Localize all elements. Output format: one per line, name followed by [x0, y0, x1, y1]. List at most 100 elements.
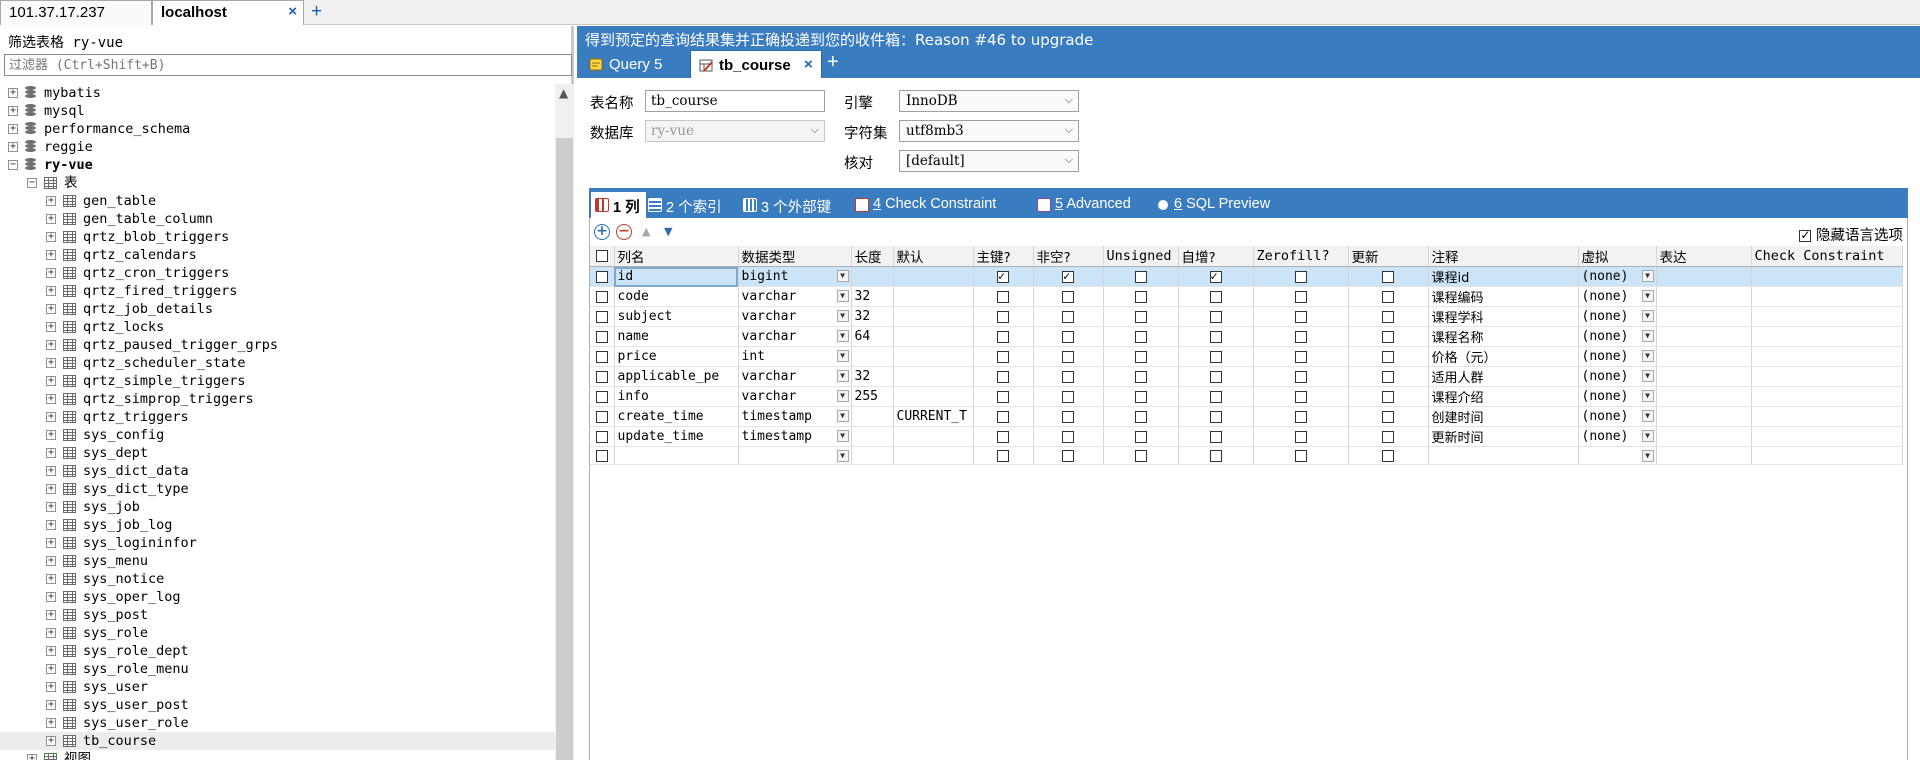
zf-cell[interactable] [1253, 266, 1349, 287]
comment-cell[interactable]: 课程名称 [1428, 326, 1579, 347]
row-select-cell[interactable] [590, 366, 615, 387]
column-name-cell[interactable]: create_time [614, 406, 739, 427]
unsigned-cell[interactable] [1103, 266, 1179, 287]
nn-cell[interactable] [1033, 266, 1104, 287]
chevron-down-icon[interactable]: ▼ [1641, 410, 1654, 422]
nn-checkbox[interactable] [1062, 410, 1074, 423]
nn-checkbox[interactable] [1062, 390, 1074, 403]
virtual-cell[interactable]: (none) ▼ [1578, 266, 1657, 287]
tree-table-sys_role[interactable]: + sys_role [0, 624, 555, 642]
length-cell[interactable]: 255 [851, 386, 894, 407]
unsigned-cell[interactable] [1103, 326, 1179, 347]
column-header[interactable]: 列名 [614, 246, 739, 267]
expand-toggle-icon[interactable]: + [46, 394, 56, 404]
table-row[interactable]: id bigint ▼ 课程id (none) ▼ [590, 266, 1903, 287]
column-name-cell[interactable]: price [614, 346, 739, 367]
expand-toggle-icon[interactable]: + [8, 106, 18, 116]
check-constraint-cell[interactable] [1751, 286, 1903, 307]
chevron-down-icon[interactable]: ▼ [836, 450, 849, 462]
tree-table-qrtz_blob_triggers[interactable]: + qrtz_blob_triggers [0, 228, 555, 246]
tree-table-qrtz_fired_triggers[interactable]: + qrtz_fired_triggers [0, 282, 555, 300]
table-row[interactable]: info varchar ▼ 255 课程介绍 (none) ▼ [590, 386, 1903, 407]
virtual-cell[interactable]: ▼ [1578, 446, 1657, 465]
tree-table-sys_dict_type[interactable]: + sys_dict_type [0, 480, 555, 498]
unsigned-cell[interactable] [1103, 306, 1179, 327]
zf-checkbox[interactable] [1294, 290, 1307, 303]
nn-checkbox[interactable] [1062, 330, 1074, 343]
add-connection-button[interactable]: + [311, 1, 322, 23]
row-select-cell[interactable] [590, 426, 615, 447]
tree-db-reggie[interactable]: + reggie [0, 138, 555, 156]
column-name-cell[interactable] [614, 446, 739, 465]
table-row[interactable]: name varchar ▼ 64 课程名称 (none) ▼ [590, 326, 1903, 347]
chevron-down-icon[interactable]: ▼ [836, 330, 849, 342]
unsigned-cell[interactable] [1103, 426, 1179, 447]
length-cell[interactable]: 32 [851, 286, 894, 307]
column-name-cell[interactable]: subject [614, 306, 739, 327]
length-cell[interactable]: 32 [851, 366, 894, 387]
tree-table-sys_post[interactable]: + sys_post [0, 606, 555, 624]
ai-cell[interactable] [1178, 266, 1254, 287]
expand-toggle-icon[interactable]: + [46, 628, 56, 638]
tab-foreign-keys[interactable]: 3 个外部键 [739, 192, 837, 218]
column-name-cell[interactable]: code [614, 286, 739, 307]
comment-cell[interactable] [1428, 446, 1579, 465]
nn-cell[interactable] [1033, 366, 1104, 387]
expression-cell[interactable] [1656, 386, 1752, 407]
chevron-down-icon[interactable]: ▼ [836, 290, 849, 302]
upd-checkbox[interactable] [1382, 370, 1394, 383]
table-row[interactable]: code varchar ▼ 32 课程编码 (none) ▼ [590, 286, 1903, 307]
unsigned-cell[interactable] [1103, 366, 1179, 387]
unsigned-checkbox[interactable] [1134, 270, 1147, 283]
expand-toggle-icon[interactable]: + [46, 376, 56, 386]
expand-toggle-icon[interactable]: + [46, 430, 56, 440]
unsigned-checkbox[interactable] [1134, 390, 1147, 403]
default-cell[interactable] [893, 286, 974, 307]
upd-cell[interactable] [1348, 286, 1429, 307]
tree-table-sys_user_role[interactable]: + sys_user_role [0, 714, 555, 732]
chevron-down-icon[interactable]: ▼ [836, 390, 849, 402]
tree-table-qrtz_job_details[interactable]: + qrtz_job_details [0, 300, 555, 318]
upd-checkbox[interactable] [1382, 410, 1394, 423]
pk-cell[interactable] [973, 406, 1034, 427]
table-row[interactable]: applicable_pe varchar ▼ 32 适用人群 (none) ▼ [590, 366, 1903, 387]
unsigned-checkbox[interactable] [1134, 350, 1147, 363]
tree-table-sys_user_post[interactable]: + sys_user_post [0, 696, 555, 714]
nn-cell[interactable] [1033, 306, 1104, 327]
row-select-checkbox[interactable] [595, 290, 608, 303]
table-row[interactable]: create_time timestamp ▼ CURRENT_T 创建时间 (none)… [590, 406, 1903, 427]
default-cell[interactable] [893, 346, 974, 367]
zf-checkbox[interactable] [1294, 270, 1307, 283]
column-header[interactable]: 默认 [893, 246, 974, 267]
table-row[interactable]: update_time timestamp ▼ 更新时间 (none) ▼ [590, 426, 1903, 447]
check-constraint-cell[interactable] [1751, 306, 1903, 327]
unsigned-checkbox[interactable] [1134, 430, 1147, 443]
pk-checkbox[interactable] [997, 370, 1009, 383]
expression-cell[interactable] [1656, 426, 1752, 447]
tree-table-sys_dept[interactable]: + sys_dept [0, 444, 555, 462]
nn-checkbox[interactable] [1062, 449, 1074, 462]
zf-checkbox[interactable] [1294, 350, 1307, 363]
upd-checkbox[interactable] [1382, 430, 1394, 443]
column-name-cell[interactable]: info [614, 386, 739, 407]
upd-cell[interactable] [1348, 446, 1429, 465]
pk-checkbox[interactable] [997, 290, 1009, 303]
ai-cell[interactable] [1178, 406, 1254, 427]
add-column-icon[interactable]: + [594, 224, 610, 240]
zf-checkbox[interactable] [1294, 330, 1307, 343]
zf-cell[interactable] [1253, 326, 1349, 347]
engine-select[interactable]: InnoDB ⌵ [899, 90, 1079, 112]
default-cell[interactable] [893, 446, 974, 465]
expression-cell[interactable] [1656, 286, 1752, 307]
tree-table-qrtz_simple_triggers[interactable]: + qrtz_simple_triggers [0, 372, 555, 390]
upd-checkbox[interactable] [1382, 310, 1394, 323]
upd-checkbox[interactable] [1382, 390, 1394, 403]
column-header[interactable]: Zerofill? [1253, 246, 1349, 267]
chevron-down-icon[interactable]: ▼ [836, 310, 849, 322]
ai-cell[interactable] [1178, 386, 1254, 407]
default-cell[interactable] [893, 366, 974, 387]
data-type-cell[interactable]: varchar ▼ [738, 306, 852, 327]
expand-toggle-icon[interactable]: + [46, 358, 56, 368]
comment-cell[interactable]: 更新时间 [1428, 426, 1579, 447]
length-cell[interactable]: 32 [851, 306, 894, 327]
